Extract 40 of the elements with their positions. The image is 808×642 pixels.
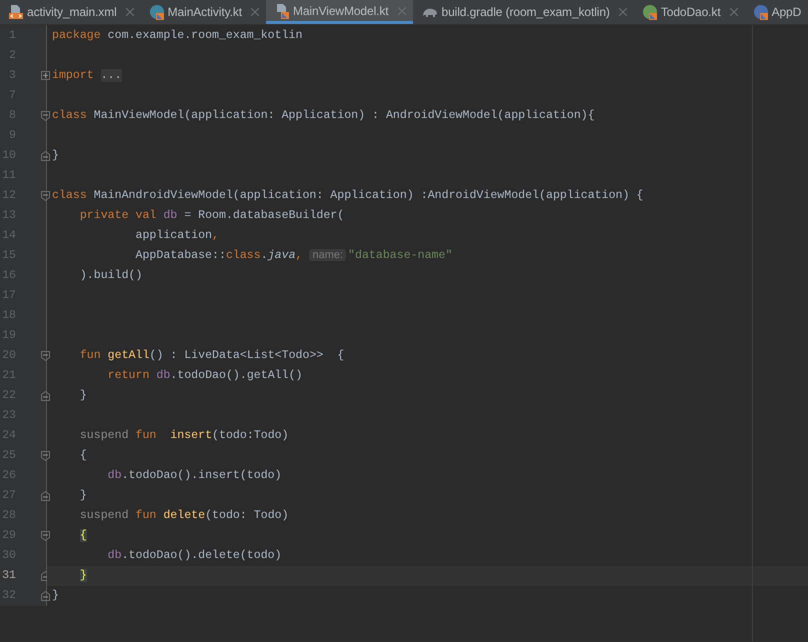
code-line: fun getAll() : LiveData<List<Todo>> { (78, 348, 344, 364)
editor-tab[interactable]: MainViewModel.kt (266, 0, 413, 24)
code-line: import ... (52, 68, 122, 84)
code-line: private val db = Room.databaseBuilder( (78, 208, 344, 224)
code-line: } (52, 148, 59, 164)
code-line: suspend fun delete(todo: Todo) (78, 508, 289, 524)
code-line: } (78, 388, 87, 404)
fold-icon[interactable] (41, 351, 50, 361)
xml-file-icon (8, 4, 24, 20)
code-line: db.todoDao().insert(todo) (106, 468, 282, 484)
code-line: package com.example.room_exam_kotlin (52, 28, 302, 44)
code-line: AppDatabase::class.java, name: "database-name" (134, 248, 452, 264)
code-line: application, (134, 228, 219, 244)
editor-tab[interactable]: TodoDao.kt (634, 0, 745, 24)
fold-end-icon[interactable] (41, 491, 50, 501)
code-line: class MainAndroidViewModel(application: Application) :AndroidViewModel(application) { (52, 188, 644, 204)
editor-tab[interactable]: MainActivity.kt (140, 0, 266, 24)
code-line: } (78, 488, 87, 504)
fold-icon[interactable] (41, 531, 50, 541)
editor-tab[interactable]: build.gradle (room_exam_kotlin) (412, 0, 634, 24)
editor-tab[interactable]: activity_main.xml (0, 0, 141, 24)
fold-end-icon[interactable] (41, 151, 50, 161)
kotlin-class-icon (148, 4, 165, 20)
fold-icon[interactable] (41, 111, 50, 121)
fold-end-icon[interactable] (41, 391, 50, 401)
fold-end-icon[interactable] (41, 591, 50, 601)
code-line: } (52, 588, 59, 604)
code-line: { (78, 448, 87, 464)
editor-tab[interactable]: AppD (744, 0, 808, 24)
kotlin-class-icon (752, 4, 769, 20)
expand-icon[interactable] (41, 71, 50, 80)
code-line: class MainViewModel(application: Application) : AndroidViewModel(application){ (52, 108, 595, 124)
fold-icon[interactable] (41, 191, 50, 201)
code-line: ).build() (78, 268, 142, 284)
line-number: 31 (1, 568, 16, 584)
fold-icon[interactable] (41, 451, 50, 461)
kotlin-interface-icon (642, 4, 658, 20)
code-line: suspend fun insert(todo:Todo) (78, 428, 289, 444)
code-line: db.todoDao().delete(todo) (106, 548, 282, 564)
code-line: return db.todoDao().getAll() (106, 368, 302, 384)
